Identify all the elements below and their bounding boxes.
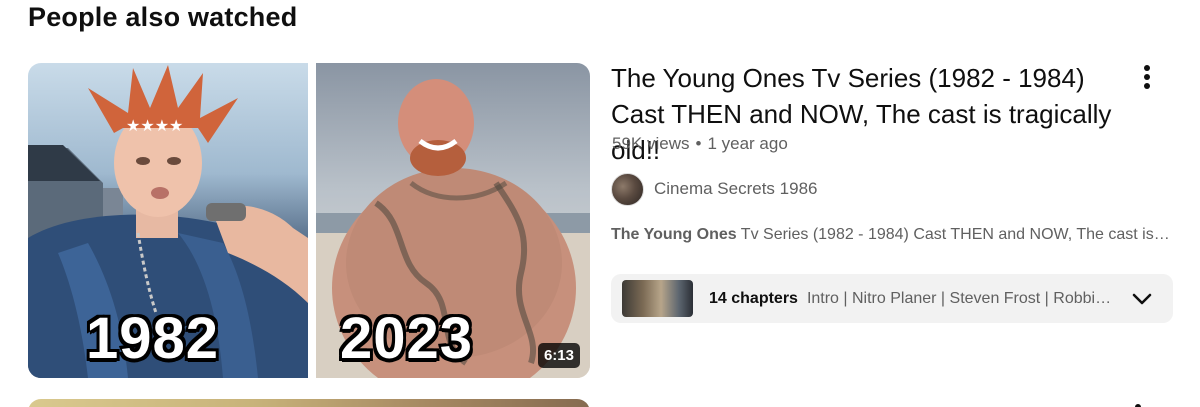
section-title: People also watched bbox=[28, 2, 298, 32]
more-vert-icon bbox=[1144, 65, 1150, 89]
svg-text:★★★★: ★★★★ bbox=[126, 116, 183, 135]
channel-avatar[interactable] bbox=[611, 172, 644, 206]
now-year-label: 2023 bbox=[340, 306, 474, 371]
snippet-highlight: The Young Ones bbox=[611, 226, 737, 243]
duration-badge: 6:13 bbox=[537, 343, 580, 368]
chapter-thumbnail bbox=[622, 280, 693, 317]
thumbnail-then-image: ★★★★ 1982 bbox=[28, 63, 308, 378]
more-options-button[interactable] bbox=[1134, 62, 1160, 92]
channel-name[interactable]: Cinema Secrets 1986 bbox=[654, 179, 817, 199]
more-vert-icon bbox=[1135, 404, 1141, 407]
next-more-options-button[interactable] bbox=[1134, 398, 1160, 407]
chevron-down-icon[interactable] bbox=[1131, 288, 1153, 310]
thumbnail-now-image: 2023 6:13 bbox=[316, 63, 590, 378]
next-video-thumbnail[interactable] bbox=[28, 399, 590, 407]
chapters-bar[interactable]: 14 chapters Intro | Nitro Planer | Steve… bbox=[611, 274, 1173, 323]
chapter-count: 14 chapters bbox=[709, 289, 798, 307]
snippet-text: Tv Series (1982 - 1984) Cast THEN and NO… bbox=[740, 226, 1171, 243]
view-count: 59K views bbox=[612, 134, 690, 153]
video-meta: 59K views • 1 year ago bbox=[612, 134, 788, 154]
channel-row[interactable]: Cinema Secrets 1986 bbox=[611, 172, 817, 206]
video-thumbnail[interactable]: ★★★★ 1982 2023 6:13 bbox=[28, 63, 590, 378]
chapter-list: Intro | Nitro Planer | Steven Frost | Ro… bbox=[806, 289, 1112, 307]
description-snippet: The Young Ones Tv Series (1982 - 1984) C… bbox=[611, 226, 1171, 244]
then-year-label: 1982 bbox=[86, 306, 220, 371]
meta-separator: • bbox=[695, 134, 702, 153]
upload-age: 1 year ago bbox=[707, 134, 788, 153]
